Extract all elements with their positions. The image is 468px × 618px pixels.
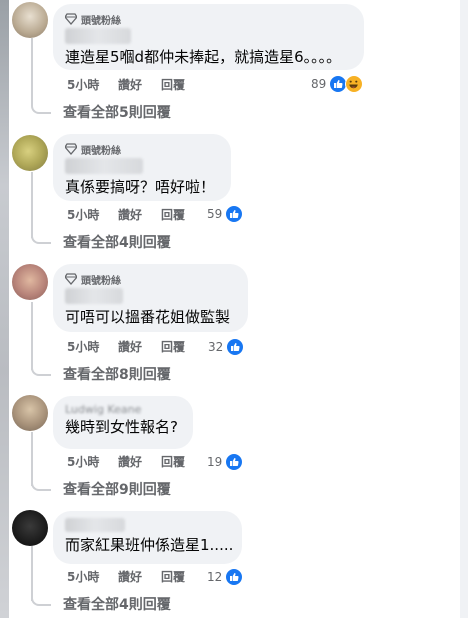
comment-text: 而家紅果班仲係造星1..... [65,536,234,554]
thumbs-up-icon [226,338,245,356]
reaction-summary[interactable]: 89 [311,75,364,93]
comment-actions: 5小時 讚好 回覆 [67,77,201,93]
comment-actions: 5小時 讚好 回覆 [67,339,201,355]
thread-line [31,302,33,370]
comment-time[interactable]: 5小時 [67,454,118,470]
reaction-summary[interactable]: 32 [208,338,245,356]
reply-button[interactable]: 回覆 [161,339,201,355]
like-button[interactable]: 讚好 [118,569,161,585]
comment-time[interactable]: 5小時 [67,207,118,223]
haha-emoji-icon [345,75,364,93]
commenter-name[interactable] [65,288,123,304]
avatar[interactable] [12,510,48,546]
view-replies-link[interactable]: 查看全部8則回覆 [63,366,171,384]
comment-bubble: Ludwig Keane 幾時到女性報名? [53,396,193,449]
comment-bubble: 頭號粉絲 真係要搞呀？唔好啦！ [53,134,231,201]
diamond-icon [65,143,77,155]
avatar[interactable] [12,2,48,38]
comment-bubble: 頭號粉絲 連造星5嗰d都仲未捧起，就搞造星6。。。。 [53,4,364,70]
thumbs-up-icon [225,568,244,586]
comment-bubble: 頭號粉絲 可唔可以搵番花姐做監製 [53,264,248,332]
comment-actions: 5小時 讚好 回覆 [67,207,201,223]
comment-time[interactable]: 5小時 [67,569,118,585]
like-button[interactable]: 讚好 [118,339,161,355]
thread-line [31,432,33,486]
top-fan-badge: 頭號粉絲 [65,142,219,157]
comment-time[interactable]: 5小時 [67,77,118,93]
thread-hook [31,596,51,606]
reaction-summary[interactable]: 59 [207,205,244,223]
reaction-summary[interactable]: 19 [207,453,244,471]
reaction-count: 32 [208,340,224,354]
avatar[interactable] [12,395,48,431]
reply-button[interactable]: 回覆 [161,207,201,223]
thread-line [31,545,33,601]
avatar[interactable] [12,264,48,300]
thread-hook [31,234,51,244]
commenter-name[interactable] [65,158,143,174]
thread-hook [31,481,51,491]
avatar[interactable] [12,135,48,171]
reaction-count: 59 [207,207,223,221]
comment-actions: 5小時 讚好 回覆 [67,454,201,470]
reaction-count: 89 [311,77,327,91]
comment-bubble: 而家紅果班仲係造星1..... [53,511,242,564]
reaction-summary[interactable]: 12 [207,568,244,586]
diamond-icon [65,13,77,25]
diamond-icon [65,273,77,285]
thread-line [31,172,33,238]
comment-text: 幾時到女性報名? [65,418,178,436]
comment-text: 可唔可以搵番花姐做監製 [65,308,231,326]
comment-text: 連造星5嗰d都仲未捧起，就搞造星6。。。。 [65,48,342,66]
reaction-count: 12 [207,570,223,584]
like-button[interactable]: 讚好 [118,207,161,223]
thumbs-up-icon [225,205,244,223]
thread-line [31,38,33,104]
top-fan-label: 頭號粉絲 [81,275,121,287]
comment-time[interactable]: 5小時 [67,339,118,355]
thread-hook [31,366,51,376]
reply-button[interactable]: 回覆 [161,77,201,93]
reply-button[interactable]: 回覆 [161,569,201,585]
top-fan-label: 頭號粉絲 [81,15,121,27]
view-replies-link[interactable]: 查看全部9則回覆 [63,481,171,499]
commenter-name[interactable] [65,28,131,44]
like-button[interactable]: 讚好 [118,77,161,93]
view-replies-link[interactable]: 查看全部5則回覆 [63,104,171,122]
commenter-name[interactable] [65,518,125,532]
top-fan-badge: 頭號粉絲 [65,12,352,27]
comment-actions: 5小時 讚好 回覆 [67,569,201,585]
comment-text: 真係要搞呀？唔好啦！ [65,178,216,196]
view-replies-link[interactable]: 查看全部4則回覆 [63,234,171,252]
reply-button[interactable]: 回覆 [161,454,201,470]
thread-hook [31,104,51,114]
commenter-name[interactable]: Ludwig Keane [65,403,181,417]
top-fan-badge: 頭號粉絲 [65,272,236,287]
right-edge [460,0,468,618]
top-fan-label: 頭號粉絲 [81,145,121,157]
thumbs-up-icon [225,453,244,471]
like-button[interactable]: 讚好 [118,454,161,470]
view-replies-link[interactable]: 查看全部4則回覆 [63,596,171,614]
left-edge-strip [0,0,9,618]
reaction-count: 19 [207,455,223,469]
